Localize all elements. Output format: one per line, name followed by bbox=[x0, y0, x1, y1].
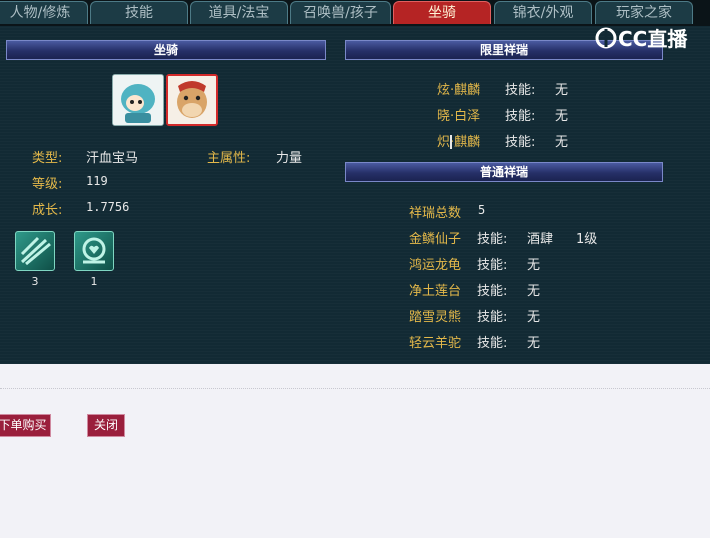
normal-header: 普通祥瑞 bbox=[345, 162, 663, 182]
tab-character[interactable]: 人物/修炼 bbox=[0, 1, 88, 24]
level-label: 等级: bbox=[32, 177, 63, 192]
level-value: 119 bbox=[86, 174, 108, 188]
tab-appearance[interactable]: 锦衣/外观 bbox=[494, 1, 592, 24]
normal-item-skill-value: 酒肆 bbox=[527, 232, 554, 247]
limited-item-skill-label: 技能: bbox=[505, 135, 536, 150]
normal-item-skill-value: 无 bbox=[527, 310, 541, 325]
limited-item-skill-value: 无 bbox=[555, 83, 569, 98]
normal-item-name: 净土莲台 bbox=[409, 284, 462, 299]
normal-item-skill-level: 1级 bbox=[576, 232, 598, 247]
mount-avatar[interactable] bbox=[166, 74, 218, 126]
growth-label: 成长: bbox=[32, 203, 63, 218]
rider-avatar[interactable] bbox=[112, 74, 164, 126]
mount-panel: 坐骑 类型: 汗血宝马 主属性: 力量 等级: 119 成长: 1.7756 3 bbox=[0, 26, 710, 364]
normal-item-skill-label: 技能: bbox=[477, 284, 508, 299]
main-attr-value: 力量 bbox=[276, 151, 303, 166]
normal-item-name: 轻云羊驼 bbox=[409, 336, 462, 351]
cc-live-logo-icon bbox=[595, 27, 617, 49]
total-label: 祥瑞总数 bbox=[409, 206, 462, 221]
tab-mount[interactable]: 坐骑 bbox=[393, 1, 491, 24]
mount-header: 坐骑 bbox=[6, 40, 326, 60]
tab-skills[interactable]: 技能 bbox=[90, 1, 188, 24]
normal-item-name: 踏雪灵熊 bbox=[409, 310, 462, 325]
limited-item-name: 晓·白泽 bbox=[437, 109, 481, 124]
normal-item-name: 金鳞仙子 bbox=[409, 232, 462, 247]
horse-portrait-icon bbox=[168, 76, 216, 124]
limited-item-name: 炫·麒麟 bbox=[437, 83, 481, 98]
skill-count: 1 bbox=[90, 275, 98, 288]
limited-item-skill-value: 无 bbox=[555, 135, 569, 150]
divider bbox=[0, 388, 710, 389]
growth-value: 1.7756 bbox=[86, 200, 130, 214]
type-label: 类型: bbox=[32, 151, 63, 166]
tab-home[interactable]: 玩家之家 bbox=[595, 1, 693, 24]
normal-item-skill-value: 无 bbox=[527, 284, 541, 299]
normal-item-skill-label: 技能: bbox=[477, 258, 508, 273]
limited-item-skill-label: 技能: bbox=[505, 109, 536, 124]
normal-item-name: 鸿运龙龟 bbox=[409, 258, 462, 273]
normal-item-skill-value: 无 bbox=[527, 258, 541, 273]
total-value: 5 bbox=[478, 203, 486, 217]
main-attr-label: 主属性: bbox=[207, 151, 251, 166]
close-button[interactable]: 关闭 bbox=[87, 414, 125, 437]
normal-item-skill-value: 无 bbox=[527, 336, 541, 351]
tab-items[interactable]: 道具/法宝 bbox=[190, 1, 288, 24]
logo-text: CC直播 bbox=[618, 27, 688, 51]
text-cursor bbox=[450, 135, 452, 149]
mount-skill-rune-icon[interactable] bbox=[15, 231, 55, 271]
skill-count: 3 bbox=[31, 275, 39, 288]
limited-item-skill-value: 无 bbox=[555, 109, 569, 124]
cc-live-logo: CC直播 bbox=[594, 26, 694, 52]
mount-skill-heart-icon[interactable] bbox=[74, 231, 114, 271]
type-value: 汗血宝马 bbox=[86, 151, 139, 166]
normal-item-skill-label: 技能: bbox=[477, 310, 508, 325]
normal-item-skill-label: 技能: bbox=[477, 232, 508, 247]
tab-summons[interactable]: 召唤兽/孩子 bbox=[290, 1, 391, 24]
rider-portrait-icon bbox=[113, 75, 163, 125]
buy-button[interactable]: 下单购买 bbox=[0, 414, 51, 437]
normal-item-skill-label: 技能: bbox=[477, 336, 508, 351]
tab-bar: 人物/修炼 技能 道具/法宝 召唤兽/孩子 坐骑 锦衣/外观 玩家之家 bbox=[0, 0, 710, 26]
limited-item-name: 炽·麒麟 bbox=[437, 135, 481, 150]
limited-item-skill-label: 技能: bbox=[505, 83, 536, 98]
